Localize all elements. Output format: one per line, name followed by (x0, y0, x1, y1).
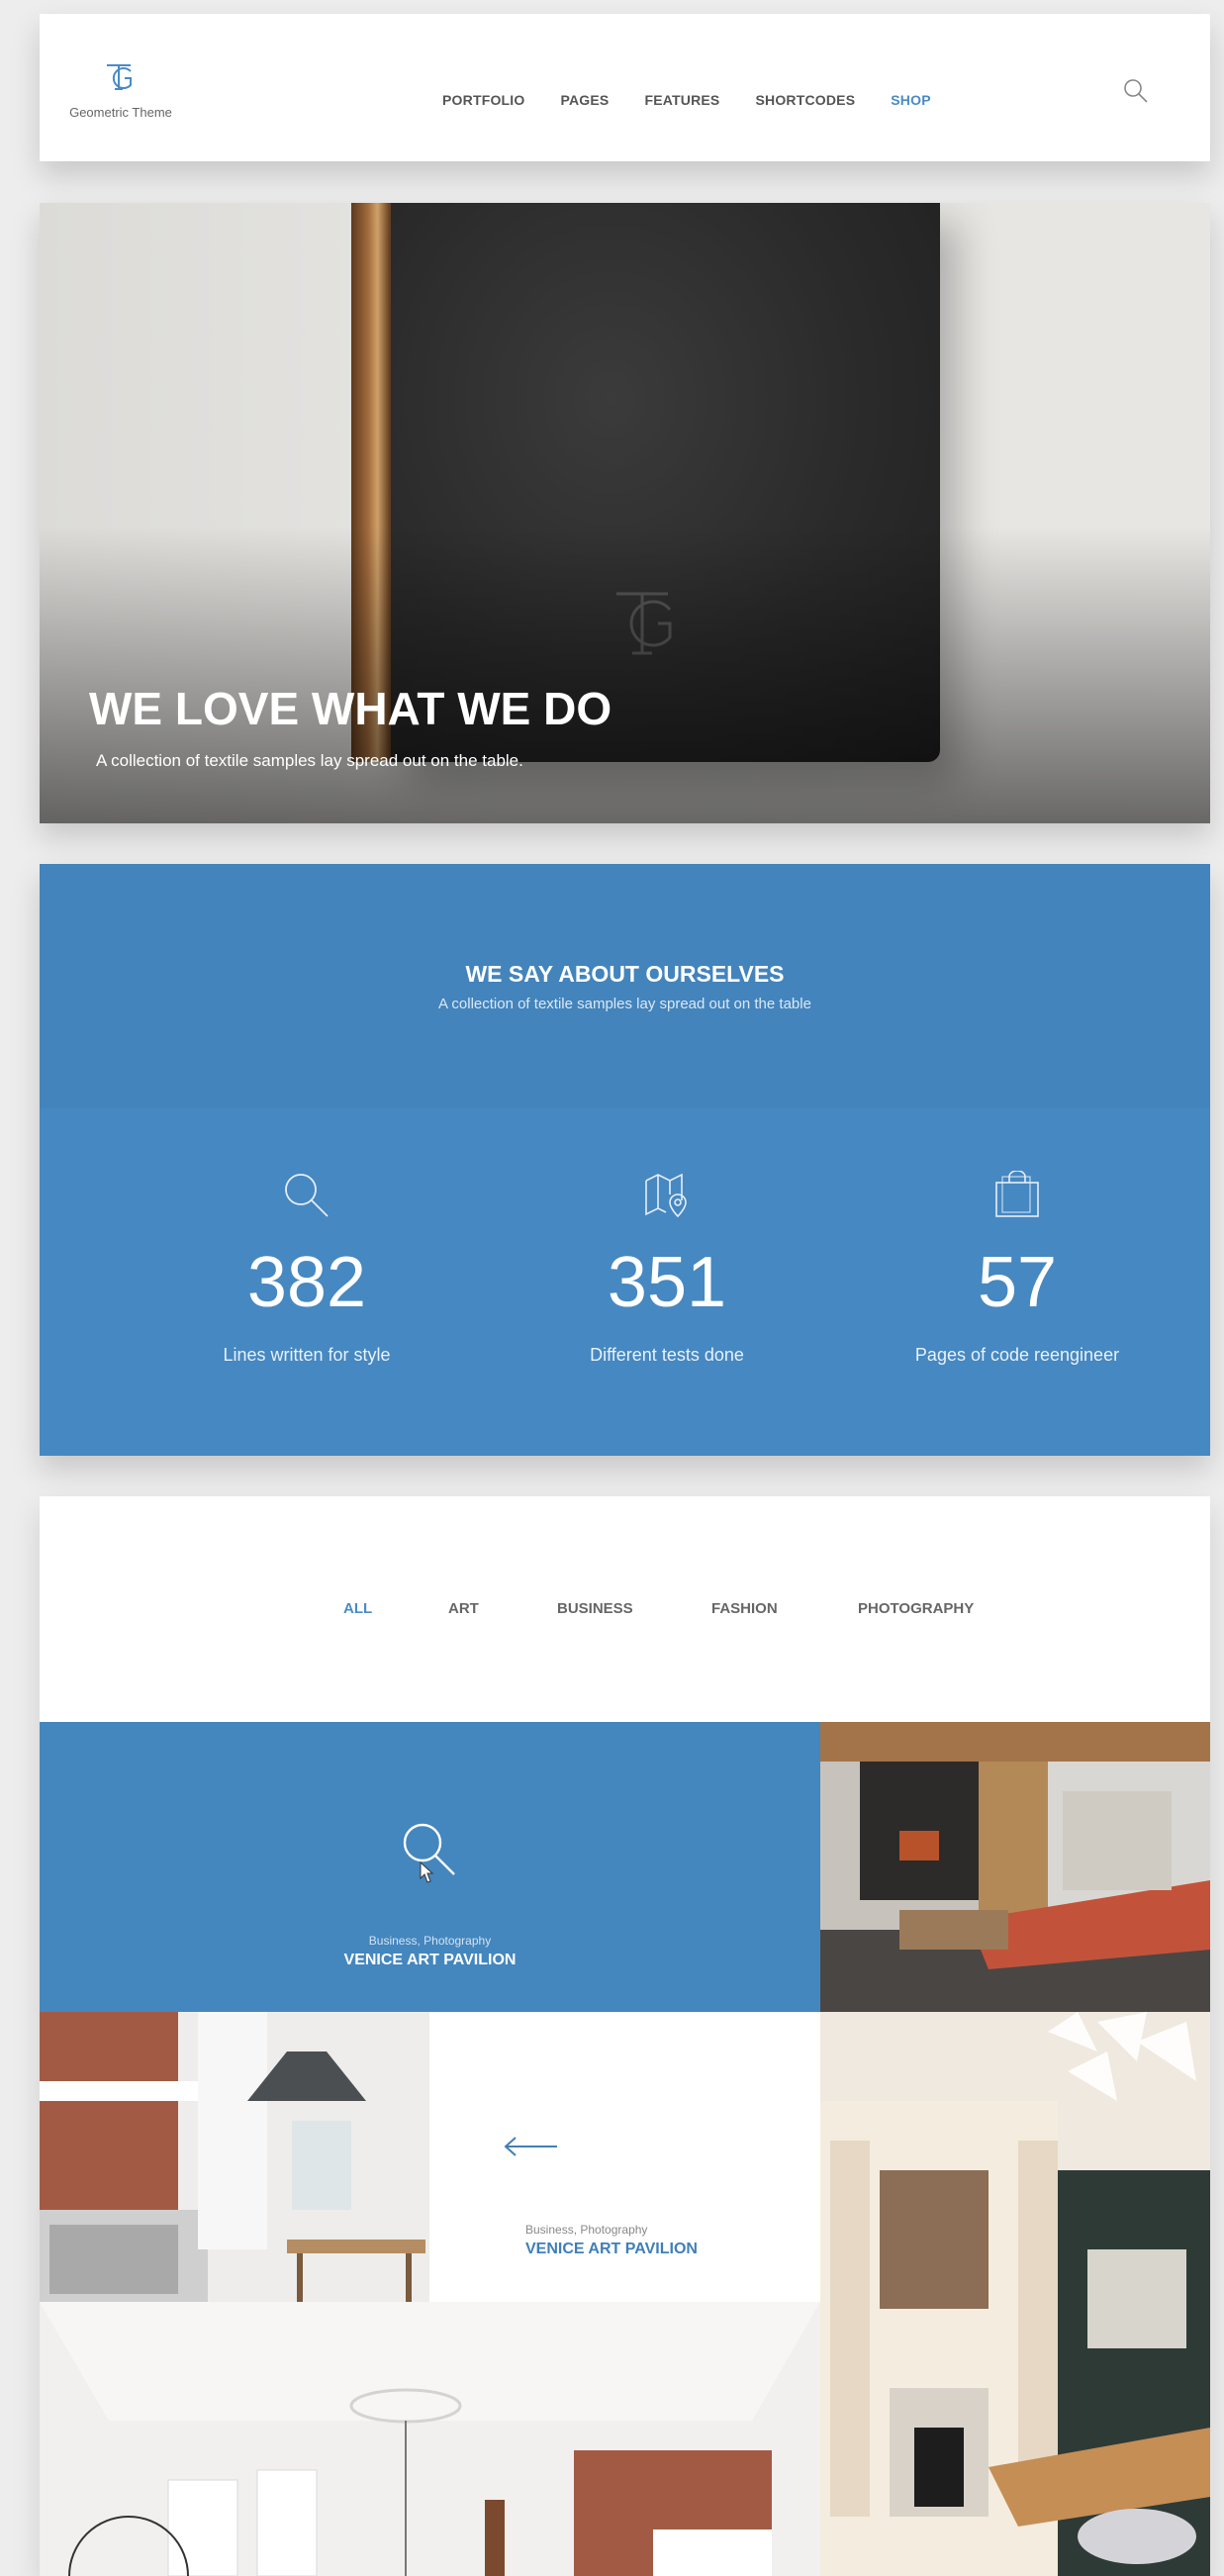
nav-portfolio[interactable]: PORTFOLIO (442, 92, 524, 108)
portfolio-image-kitchen[interactable] (40, 2012, 429, 2302)
stat-value: 351 (607, 1243, 727, 1322)
hero-title: WE LOVE WHAT WE DO (89, 683, 612, 734)
portfolio-image-bright-room[interactable] (40, 2302, 820, 2576)
about-subtitle: A collection of textile samples lay spre… (438, 996, 811, 1012)
nav-shortcodes[interactable]: SHORTCODES (755, 92, 855, 108)
hero-gradient-overlay (40, 526, 1210, 823)
portfolio-item-hover[interactable]: Business, Photography VENICE ART PAVILIO… (40, 1722, 820, 2012)
search-icon[interactable] (401, 1821, 460, 1890)
filter-business[interactable]: BUSINESS (557, 1600, 633, 1617)
nav-pages[interactable]: PAGES (560, 92, 609, 108)
about-section: WE SAY ABOUT OURSELVES A collection of t… (40, 864, 1210, 1456)
portfolio-item-category: Business, Photography (525, 2223, 648, 2237)
dining-room-photo (820, 2012, 1210, 2576)
search-button[interactable] (1116, 71, 1156, 111)
stats-row: 382 Lines written for style 351 Differen… (40, 1108, 1210, 1456)
logo-monogram-icon (107, 64, 132, 90)
map-pin-icon (645, 1173, 687, 1218)
hero-subtitle: A collection of textile samples lay spre… (96, 751, 523, 770)
main-nav: PORTFOLIO PAGES FEATURES SHORTCODES SHOP (442, 92, 931, 108)
nav-features[interactable]: FEATURES (644, 92, 719, 108)
kitchen-photo (40, 2012, 429, 2302)
portfolio-filters: ALL ART BUSINESS FASHION PHOTOGRAPHY (40, 1600, 1210, 1630)
stat-label: Pages of code reengineer (914, 1345, 1120, 1365)
bright-room-photo (40, 2302, 820, 2576)
search-icon (285, 1174, 329, 1217)
search-icon (1124, 79, 1148, 103)
shopping-bag-icon (995, 1171, 1039, 1217)
stat-label: Lines written for style (223, 1345, 391, 1365)
living-room-photo (820, 1722, 1210, 2012)
stat-value: 382 (246, 1243, 367, 1322)
portfolio-image-living-room[interactable] (820, 1722, 1210, 2012)
stat-value: 57 (977, 1243, 1058, 1322)
stat-label: Different tests done (590, 1345, 744, 1365)
site-logo[interactable]: Geometric Theme (61, 57, 180, 120)
about-title: WE SAY ABOUT OURSELVES (465, 961, 785, 987)
portfolio-item-category: Business, Photography (368, 1934, 492, 1948)
portfolio-item-info[interactable]: Business, Photography VENICE ART PAVILIO… (429, 2012, 820, 2302)
logo-text: Geometric Theme (69, 105, 172, 120)
nav-shop[interactable]: SHOP (891, 92, 930, 108)
portfolio-image-dining-room[interactable] (820, 2012, 1210, 2576)
filter-fashion[interactable]: FASHION (711, 1600, 778, 1617)
portfolio-section: ALL ART BUSINESS FASHION PHOTOGRAPHY Bus… (40, 1496, 1210, 2576)
arrow-left-icon[interactable] (504, 2136, 559, 2157)
hero-banner: WE LOVE WHAT WE DO A collection of texti… (40, 203, 1210, 823)
filter-art[interactable]: ART (448, 1600, 479, 1617)
about-header: WE SAY ABOUT OURSELVES A collection of t… (40, 864, 1210, 1108)
site-header: Geometric Theme PORTFOLIO PAGES FEATURES… (40, 14, 1210, 161)
filter-photography[interactable]: PHOTOGRAPHY (858, 1600, 974, 1617)
filter-all[interactable]: ALL (343, 1600, 372, 1617)
portfolio-item-title[interactable]: VENICE ART PAVILION (525, 2241, 698, 2258)
portfolio-item-title[interactable]: VENICE ART PAVILION (40, 1952, 820, 1969)
